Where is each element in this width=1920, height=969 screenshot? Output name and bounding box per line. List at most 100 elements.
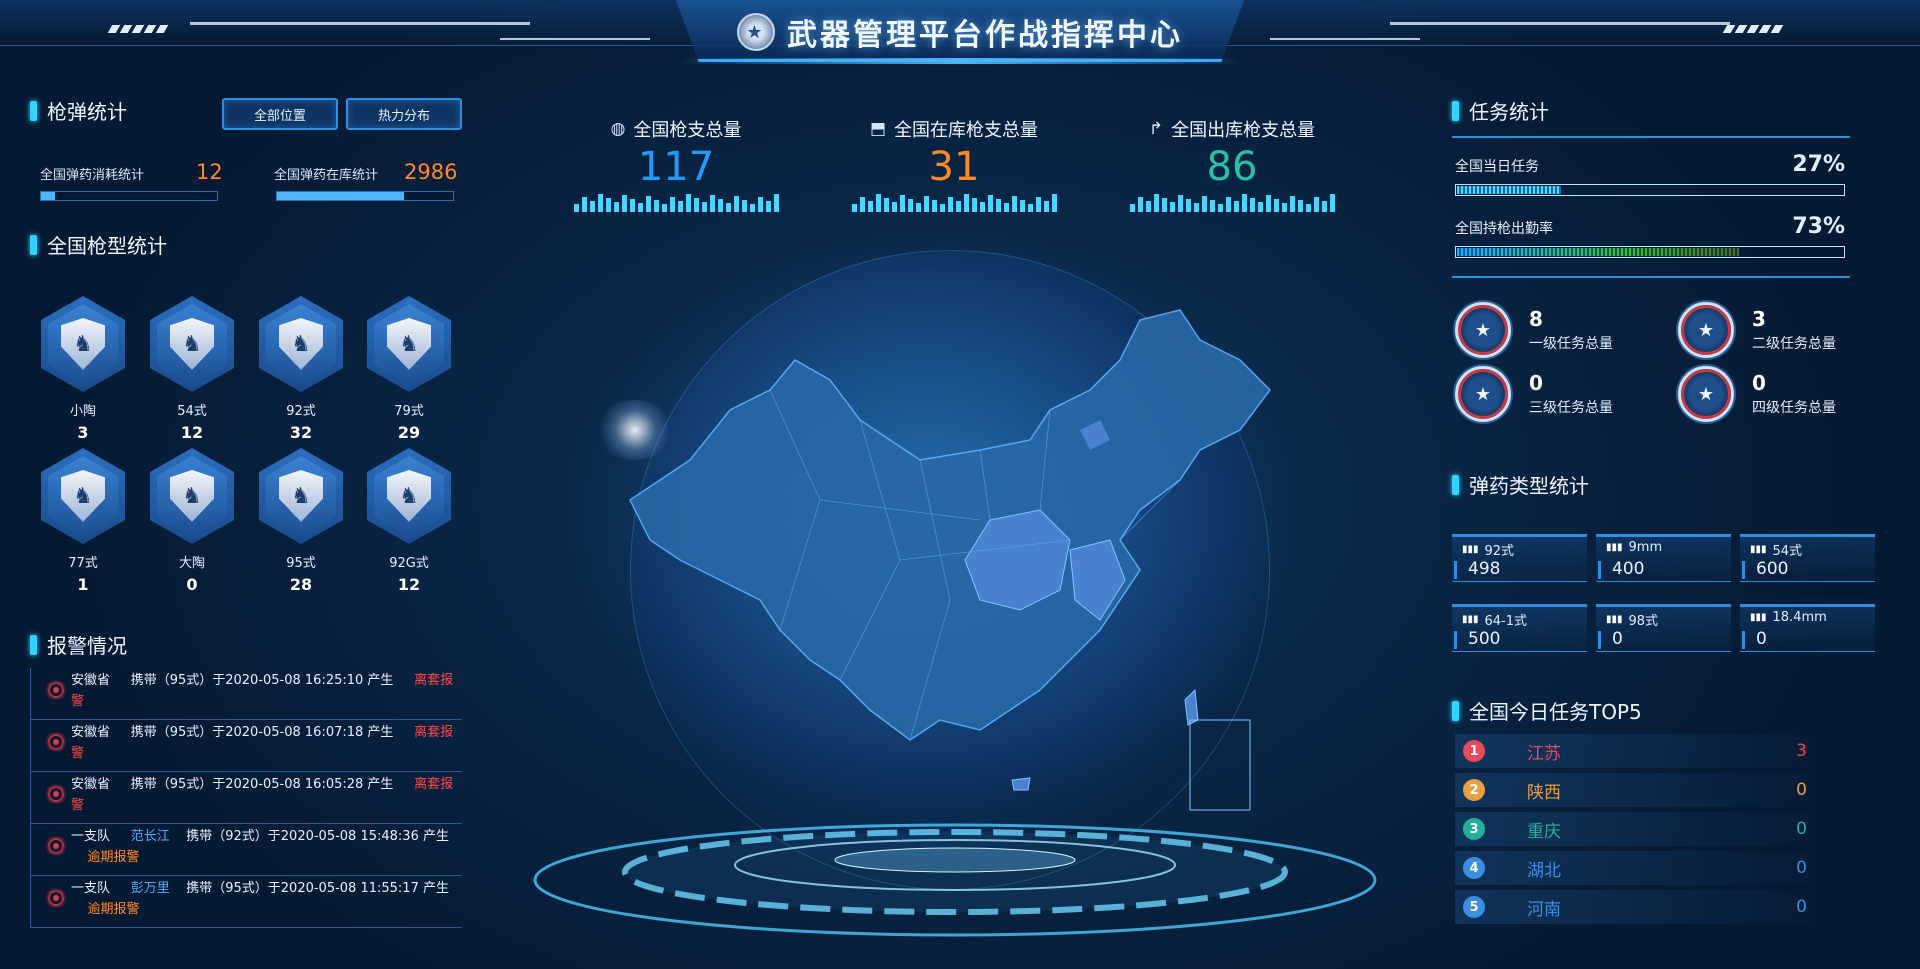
header-right-line [1390, 22, 1730, 25]
spark-bar [1137, 197, 1143, 212]
ammo-card-accent [1454, 631, 1457, 649]
spark-bar [1321, 201, 1327, 212]
spark-bar [875, 194, 881, 212]
gun-hex-badge: ♞ [150, 296, 234, 392]
gun-type-count: 3 [77, 423, 89, 442]
gun-type-card[interactable]: ♞ 79式 29 [364, 296, 454, 446]
alarm-place: 安徽省 [71, 673, 111, 688]
spark-bar [915, 203, 921, 212]
spark-bar [701, 202, 707, 212]
section-marker [30, 234, 37, 255]
spark-bar [685, 194, 691, 212]
top5-province: 河南 [1527, 899, 1561, 920]
spark-bar [765, 201, 771, 212]
alarm-target-icon [48, 682, 64, 698]
alarm-item[interactable]: 一支队 范长江 携带（92式）于2020-05-08 15:48:36 产生 逾… [30, 824, 462, 876]
gun-hex-badge: ♞ [41, 296, 125, 392]
ammo-card[interactable]: ▮▮▮ 9mm 400 [1596, 534, 1731, 582]
ammo-consumed-label: 全国弹药消耗统计 [40, 168, 145, 183]
china-map[interactable] [620, 300, 1300, 820]
alarm-item[interactable]: 安徽省 携带（95式）于2020-05-08 16:05:28 产生 离套报警 [30, 772, 462, 824]
ammo-card[interactable]: ▮▮▮ 98式 0 [1596, 604, 1731, 652]
ammo-consumed-fill [41, 192, 56, 200]
police-emblem-icon: ★ [737, 13, 775, 51]
china-outline[interactable] [629, 309, 1271, 741]
alarm-target-icon [48, 838, 64, 854]
spark-bar [1161, 198, 1167, 212]
alarm-place: 安徽省 [71, 777, 111, 792]
top5-province: 湖北 [1527, 860, 1561, 881]
spark-bar [1209, 200, 1215, 212]
alarm-target-icon [48, 734, 64, 750]
top5-row[interactable]: 1 江苏 3 [1455, 734, 1815, 768]
alarm-item[interactable]: 一支队 彭万里 携带（95式）于2020-05-08 11:55:17 产生 逾… [30, 876, 462, 928]
gun-type-card[interactable]: ♞ 大陶 0 [147, 448, 237, 598]
spark-bar [1177, 195, 1183, 212]
heat-map-button[interactable]: 热力分布 [346, 98, 462, 130]
alarm-text: 携带（95式）于2020-05-08 16:25:10 产生 [130, 673, 394, 688]
kpi-label: 全国枪支总量 [633, 120, 742, 141]
ammo-card[interactable]: ▮▮▮ 18.4mm 0 [1740, 604, 1875, 652]
gun-type-card[interactable]: ♞ 92式 32 [256, 296, 346, 446]
hologram-platform [533, 823, 1377, 937]
section-marker [1452, 100, 1459, 121]
star-badge-icon: ★ [1455, 302, 1511, 358]
spark-bar [757, 197, 763, 212]
top5-row[interactable]: 5 河南 0 [1455, 890, 1815, 924]
spark-bar [1043, 201, 1049, 212]
spark-bar [947, 197, 953, 212]
top5-province: 重庆 [1527, 821, 1561, 842]
rank-badge: 1 [1463, 740, 1485, 762]
star-badge-icon: ★ [1678, 302, 1734, 358]
spark-bar [955, 201, 961, 212]
spark-bar [1019, 200, 1025, 212]
gun-type-card[interactable]: ♞ 92G式 12 [364, 448, 454, 598]
spark-bar [1257, 202, 1263, 212]
top5-row[interactable]: 4 湖北 0 [1455, 851, 1815, 885]
gun-type-card[interactable]: ♞ 95式 28 [256, 448, 346, 598]
spark-bar [1011, 196, 1017, 212]
level-count: 3 [1752, 307, 1766, 331]
gun-hex-badge: ♞ [259, 296, 343, 392]
spark-bar [1305, 204, 1311, 212]
spark-bar [1051, 194, 1057, 212]
top5-province: 江苏 [1527, 743, 1561, 764]
top5-row[interactable]: 2 陕西 0 [1455, 773, 1815, 807]
level-count: 0 [1529, 371, 1543, 395]
alarm-item[interactable]: 安徽省 携带（95式）于2020-05-08 16:25:10 产生 离套报警 [30, 668, 462, 720]
ammo-card[interactable]: ▮▮▮ 92式 498 [1452, 534, 1587, 582]
spark-bar [589, 201, 595, 212]
alarm-text: 携带（95式）于2020-05-08 11:55:17 产生 [186, 881, 449, 896]
spark-bar [1281, 203, 1287, 212]
spark-bar [931, 200, 937, 212]
spark-bar [725, 203, 731, 212]
top5-row[interactable]: 3 重庆 0 [1455, 812, 1815, 846]
spark-bar [581, 197, 587, 212]
gun-type-card[interactable]: ♞ 77式 1 [38, 448, 128, 598]
spark-bar [891, 202, 897, 212]
spark-bar [677, 201, 683, 212]
spark-bar [717, 199, 723, 212]
armed-rate-label: 全国持枪出勤率 [1455, 221, 1553, 237]
ammo-name: 92式 [1484, 544, 1515, 559]
ammo-card[interactable]: ▮▮▮ 64-1式 500 [1452, 604, 1587, 652]
spark-bar [1241, 194, 1247, 212]
gun-type-name: 77式 [68, 556, 98, 571]
header-left-stripes [107, 18, 170, 33]
all-positions-button[interactable]: 全部位置 [222, 98, 338, 130]
section-marker [1452, 474, 1459, 495]
alarm-item[interactable]: 安徽省 携带（95式）于2020-05-08 16:07:18 产生 离套报警 [30, 720, 462, 772]
gun-type-count: 12 [180, 423, 204, 442]
ammo-consumed-bar [40, 191, 218, 201]
gun-type-card[interactable]: ♞ 小陶 3 [38, 296, 128, 446]
header-right-stripes [1722, 18, 1785, 33]
ammo-value: 600 [1756, 559, 1789, 579]
spark-bar [1027, 204, 1033, 212]
spark-bar [1233, 201, 1239, 212]
ammo-card[interactable]: ▮▮▮ 54式 600 [1740, 534, 1875, 582]
kpi-total-guns: ◍ 全国枪支总量 117 [566, 116, 786, 212]
kpi-sparkbars [844, 194, 1064, 212]
spark-bar [1273, 199, 1279, 212]
gun-hex-badge: ♞ [41, 448, 125, 544]
gun-type-card[interactable]: ♞ 54式 12 [147, 296, 237, 446]
